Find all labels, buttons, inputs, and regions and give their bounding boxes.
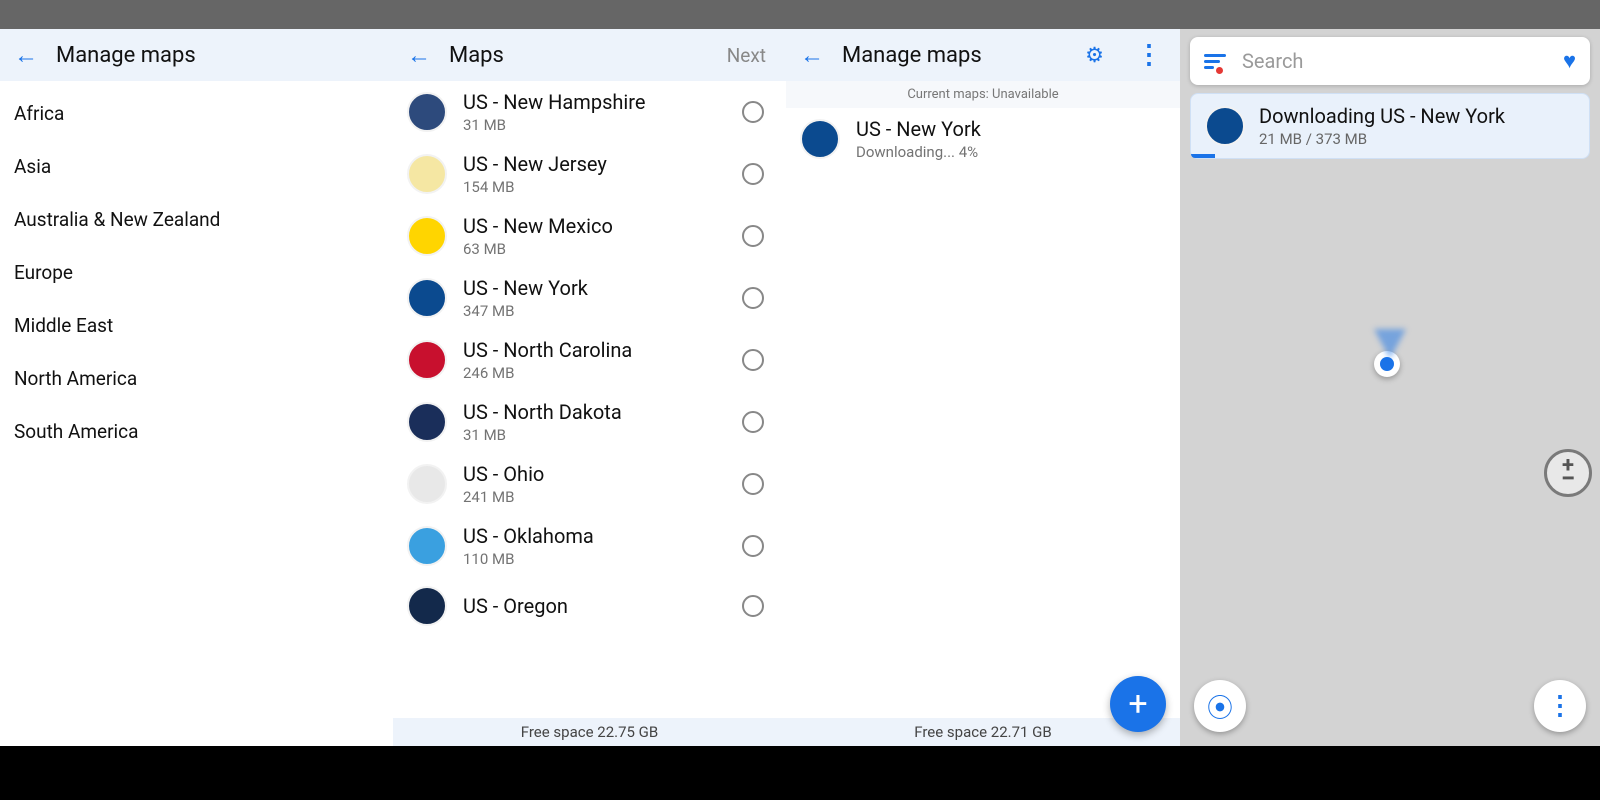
- map-size: 110 MB: [463, 550, 726, 568]
- overflow-button[interactable]: ⋮: [1534, 680, 1586, 732]
- add-map-button[interactable]: +: [1110, 676, 1166, 732]
- map-row[interactable]: US - North Dakota 31 MB: [393, 391, 786, 453]
- map-list: US - New Hampshire 31 MB US - New Jersey 15…: [393, 81, 786, 718]
- flag-icon: [407, 586, 447, 626]
- zoom-button[interactable]: +−: [1544, 449, 1592, 497]
- map-name: US - New York: [463, 276, 726, 300]
- map-name: US - New Hampshire: [463, 90, 726, 114]
- card-title: Downloading US - New York: [1259, 104, 1505, 128]
- flag-icon: [407, 464, 447, 504]
- select-radio[interactable]: [742, 595, 764, 617]
- page-title: Maps: [449, 43, 709, 68]
- map-name: US - Oklahoma: [463, 524, 726, 548]
- select-radio[interactable]: [742, 287, 764, 309]
- map-row[interactable]: US - North Carolina 246 MB: [393, 329, 786, 391]
- pane-maps-list: ← Maps Next US - New Hampshire31 MBUS - …: [393, 29, 786, 746]
- select-radio[interactable]: [742, 349, 764, 371]
- select-radio[interactable]: [742, 163, 764, 185]
- map-size: 154 MB: [463, 178, 726, 196]
- free-space-label: Free space 22.75 GB: [393, 718, 786, 746]
- map-name: US - North Carolina: [463, 338, 726, 362]
- card-size: 21 MB / 373 MB: [1259, 130, 1505, 148]
- select-radio[interactable]: [742, 411, 764, 433]
- status-banner: Current maps: Unavailable: [786, 81, 1180, 108]
- map-row[interactable]: US - Oregon: [393, 577, 786, 635]
- pane-map-view: Search ♥ Downloading US - New York 21 MB…: [1180, 29, 1600, 746]
- map-row[interactable]: US - New Jersey 154 MB: [393, 143, 786, 205]
- back-icon[interactable]: ←: [800, 43, 824, 67]
- region-item[interactable]: North America: [0, 352, 393, 405]
- back-icon[interactable]: ←: [407, 43, 431, 67]
- region-item[interactable]: Europe: [0, 246, 393, 299]
- map-size: 347 MB: [463, 302, 726, 320]
- flag-icon: [407, 402, 447, 442]
- flag-icon: [407, 278, 447, 318]
- locate-button[interactable]: ⦿: [1194, 680, 1246, 732]
- download-status: Downloading... 4%: [856, 143, 1166, 161]
- flag-icon: [407, 340, 447, 380]
- map-name: US - New Mexico: [463, 214, 726, 238]
- flag-icon: [407, 216, 447, 256]
- map-size: 246 MB: [463, 364, 726, 382]
- map-size: 31 MB: [463, 116, 726, 134]
- map-name: US - New York: [856, 117, 1166, 141]
- settings-icon[interactable]: ⚙: [1085, 43, 1104, 68]
- map-row[interactable]: US - Oklahoma 110 MB: [393, 515, 786, 577]
- map-name: US - New Jersey: [463, 152, 726, 176]
- favorites-icon[interactable]: ♥: [1563, 48, 1576, 74]
- download-card[interactable]: Downloading US - New York 21 MB / 373 MB: [1190, 93, 1590, 159]
- flag-icon: [407, 92, 447, 132]
- next-button[interactable]: Next: [727, 44, 766, 67]
- region-item[interactable]: Middle East: [0, 299, 393, 352]
- map-name: US - North Dakota: [463, 400, 726, 424]
- region-item[interactable]: Asia: [0, 140, 393, 193]
- menu-icon[interactable]: [1204, 51, 1226, 72]
- flag-icon: [1205, 106, 1245, 146]
- location-marker: [1374, 329, 1406, 377]
- region-list: AfricaAsiaAustralia & New ZealandEuropeM…: [0, 81, 393, 464]
- map-name: US - Oregon: [463, 594, 726, 618]
- progress-bar: [1191, 154, 1215, 158]
- page-title: Manage maps: [842, 43, 1059, 68]
- map-size: 31 MB: [463, 426, 726, 444]
- flag-icon: [407, 526, 447, 566]
- page-title: Manage maps: [56, 43, 379, 68]
- select-radio[interactable]: [742, 535, 764, 557]
- select-radio[interactable]: [742, 101, 764, 123]
- more-icon[interactable]: ⋮: [1136, 40, 1162, 70]
- flag-icon: [800, 119, 840, 159]
- map-row[interactable]: US - New Mexico 63 MB: [393, 205, 786, 267]
- map-size: 63 MB: [463, 240, 726, 258]
- pane-manage-downloads: ← Manage maps ⚙ ⋮ Current maps: Unavaila…: [786, 29, 1180, 746]
- back-icon[interactable]: ←: [14, 43, 38, 67]
- region-item[interactable]: South America: [0, 405, 393, 458]
- map-row[interactable]: US - New Hampshire 31 MB: [393, 81, 786, 143]
- map-row[interactable]: US - Ohio 241 MB: [393, 453, 786, 515]
- select-radio[interactable]: [742, 473, 764, 495]
- map-name: US - Ohio: [463, 462, 726, 486]
- search-placeholder: Search: [1242, 49, 1563, 73]
- select-radio[interactable]: [742, 225, 764, 247]
- map-size: 241 MB: [463, 488, 726, 506]
- download-row[interactable]: US - New York Downloading... 4%: [786, 108, 1180, 170]
- region-item[interactable]: Africa: [0, 87, 393, 140]
- flag-icon: [407, 154, 447, 194]
- pane-manage-regions: ← Manage maps AfricaAsiaAustralia & New …: [0, 29, 393, 746]
- search-bar[interactable]: Search ♥: [1190, 37, 1590, 85]
- map-row[interactable]: US - New York 347 MB: [393, 267, 786, 329]
- region-item[interactable]: Australia & New Zealand: [0, 193, 393, 246]
